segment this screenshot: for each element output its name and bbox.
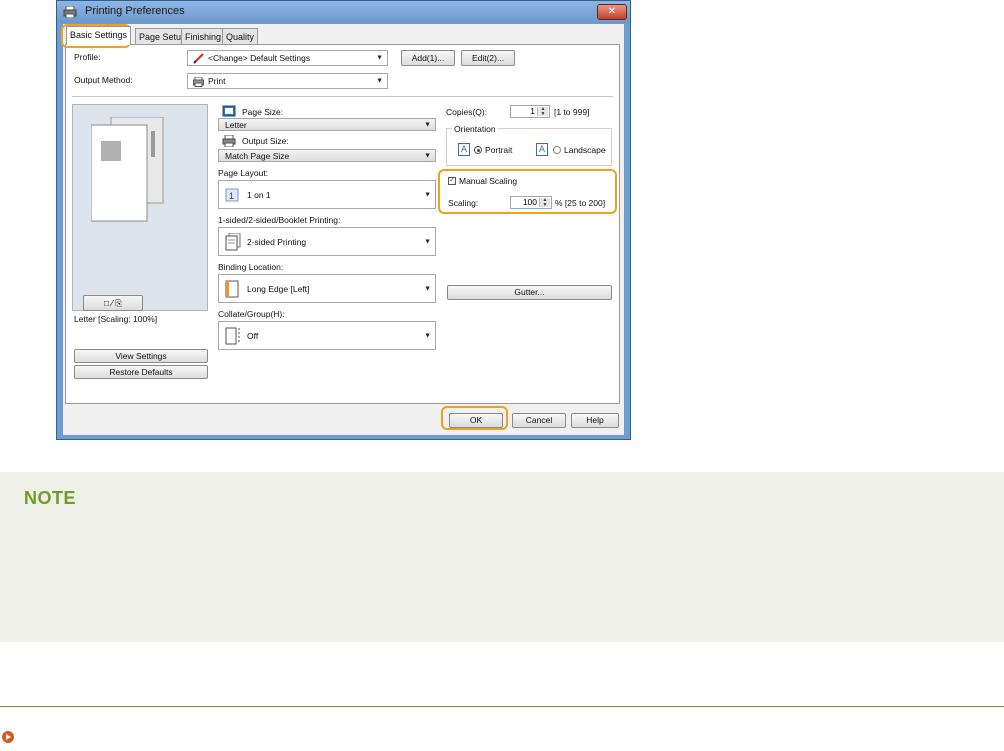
chevron-down-icon: ▼: [376, 54, 383, 62]
divider: [72, 96, 613, 97]
output-size-icon: [222, 135, 236, 147]
landscape-label: Landscape: [564, 145, 606, 155]
sided-printing-select[interactable]: 2-sided Printing ▼: [218, 227, 436, 256]
sided-printing-value: 2-sided Printing: [247, 236, 307, 247]
cancel-button[interactable]: Cancel: [512, 413, 566, 428]
page-size-value: Letter: [225, 119, 247, 130]
scaling-value: 100: [522, 197, 537, 207]
title-bar[interactable]: Printing Preferences ✕: [57, 1, 630, 23]
note-box: NOTE: [0, 472, 1004, 642]
radio-selected-dot: [476, 148, 480, 152]
profile-add-button[interactable]: Add(1)...: [401, 50, 455, 66]
chevron-down-icon: ▼: [424, 121, 431, 128]
page-preview-icon: [91, 117, 164, 222]
page-layout-label: Page Layout:: [218, 168, 269, 178]
landscape-icon: A: [536, 143, 548, 156]
collate-label: Collate/Group(H):: [218, 309, 285, 319]
scaling-stepper[interactable]: ▲ ▼: [539, 198, 550, 208]
tab-basic-settings[interactable]: Basic Settings: [66, 26, 132, 45]
tab-finishing[interactable]: Finishing: [181, 28, 226, 44]
output-size-value: Match Page Size: [225, 150, 290, 161]
page-size-label: Page Size:: [242, 107, 284, 117]
scaling-label: Scaling:: [448, 198, 479, 208]
collate-select[interactable]: Off ▼: [218, 321, 436, 350]
page-layout-select[interactable]: 1 1 on 1 ▼: [218, 180, 436, 209]
svg-text:1: 1: [229, 191, 234, 201]
two-sided-icon: [225, 233, 241, 251]
copies-range: [1 to 999]: [554, 107, 590, 117]
chevron-down-icon: ▼: [376, 77, 383, 85]
help-button[interactable]: Help: [571, 413, 619, 428]
copies-label: Copies(Q):: [446, 107, 488, 117]
binding-edge-icon: [225, 280, 239, 298]
print-preview: □ ⁄ ⎘: [72, 104, 208, 311]
pencil-icon: [193, 53, 204, 64]
binding-location-value: Long Edge [Left]: [247, 283, 310, 294]
arrow-bullet-icon: [2, 731, 14, 743]
chevron-down-icon: ▼: [424, 285, 431, 292]
tab-quality[interactable]: Quality: [222, 28, 259, 44]
scaling-range: % [25 to 200]: [555, 198, 606, 208]
orientation-label: Orientation: [452, 124, 498, 134]
basic-settings-panel: Profile: <Change> Default Settings ▼ Add…: [65, 44, 620, 404]
landscape-radio[interactable]: [553, 146, 561, 154]
dialog-client-area: Basic Settings Page Setup Finishing Qual…: [63, 24, 624, 435]
chevron-down-icon: ▼: [424, 238, 431, 245]
output-method-select[interactable]: Print ▼: [187, 73, 388, 89]
chevron-down-icon: ▼: [424, 191, 431, 198]
section-divider: [0, 706, 1004, 707]
output-size-label: Output Size:: [242, 136, 289, 146]
portrait-icon: A: [458, 143, 470, 156]
printing-preferences-window: Printing Preferences ✕ Basic Settings Pa…: [56, 0, 631, 440]
profile-label: Profile:: [74, 52, 101, 62]
page-size-select[interactable]: Letter ▼: [218, 118, 436, 131]
manual-scaling-label: Manual Scaling: [459, 176, 518, 186]
sided-printing-label: 1-sided/2-sided/Booklet Printing:: [218, 215, 341, 225]
copies-input[interactable]: 1 ▲ ▼: [510, 105, 550, 118]
scaling-input[interactable]: 100 ▲ ▼: [510, 196, 552, 209]
output-method-label: Output Method:: [74, 75, 133, 85]
ok-button[interactable]: OK: [449, 413, 503, 428]
copies-stepper[interactable]: ▲ ▼: [537, 107, 548, 117]
collate-icon: [225, 327, 240, 345]
binding-location-select[interactable]: Long Edge [Left] ▼: [218, 274, 436, 303]
view-settings-button[interactable]: View Settings: [74, 349, 208, 363]
chevron-down-icon: ▼: [424, 332, 431, 339]
copies-value: 1: [530, 106, 535, 116]
preview-caption: Letter [Scaling: 100%]: [74, 314, 158, 324]
page-layout-value: 1 on 1: [247, 189, 271, 200]
output-method-value: Print: [208, 76, 226, 86]
portrait-radio[interactable]: [474, 146, 482, 154]
gutter-button[interactable]: Gutter...: [447, 285, 612, 300]
profile-value: <Change> Default Settings: [208, 53, 311, 63]
profile-edit-button[interactable]: Edit(2)...: [461, 50, 515, 66]
printer-icon: [63, 6, 77, 18]
manual-scaling-checkbox[interactable]: ✓: [448, 177, 456, 185]
collate-value: Off: [247, 330, 259, 341]
output-size-select[interactable]: Match Page Size ▼: [218, 149, 436, 162]
note-title: NOTE: [24, 488, 77, 508]
restore-defaults-button[interactable]: Restore Defaults: [74, 365, 208, 379]
portrait-label: Portrait: [485, 145, 513, 155]
preview-toggle-button[interactable]: □ ⁄ ⎘: [83, 295, 143, 311]
window-title: Printing Preferences: [85, 5, 185, 17]
binding-location-label: Binding Location:: [218, 262, 284, 272]
close-button[interactable]: ✕: [597, 4, 627, 20]
page-layout-icon: 1: [225, 188, 239, 202]
chevron-down-icon: ▼: [424, 152, 431, 159]
profile-select[interactable]: <Change> Default Settings ▼: [187, 50, 388, 66]
page-preview-toggle-icon: □ ⁄ ⎘: [103, 298, 123, 308]
print-icon: [193, 77, 204, 87]
